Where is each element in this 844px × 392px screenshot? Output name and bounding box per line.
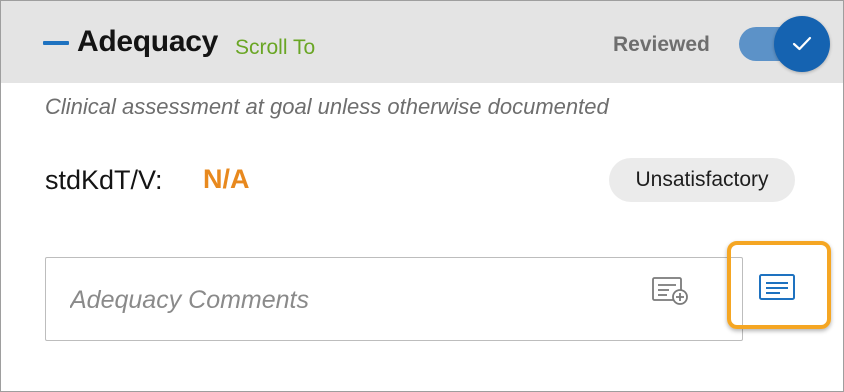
comments-input[interactable] xyxy=(70,280,610,320)
section-title: Adequacy xyxy=(77,25,218,58)
check-icon xyxy=(792,36,812,51)
adequacy-card: Adequacy Scroll To Reviewed Clinical ass… xyxy=(0,0,844,392)
metric-label: stdKdT/V: xyxy=(45,165,163,195)
status-badge: Unsatisfactory xyxy=(609,158,795,202)
metric-value: N/A xyxy=(203,164,250,194)
note-lines-icon xyxy=(759,274,795,300)
add-comment-button[interactable] xyxy=(651,275,691,307)
collapse-minus-icon[interactable] xyxy=(43,41,69,45)
scroll-to-link[interactable]: Scroll To xyxy=(235,36,315,60)
section-subtitle: Clinical assessment at goal unless other… xyxy=(45,94,609,119)
comments-field[interactable] xyxy=(45,257,743,341)
reviewed-toggle-knob[interactable] xyxy=(774,16,830,72)
comment-template-button[interactable] xyxy=(758,273,798,303)
add-note-icon xyxy=(652,277,688,305)
reviewed-label: Reviewed xyxy=(613,33,710,56)
